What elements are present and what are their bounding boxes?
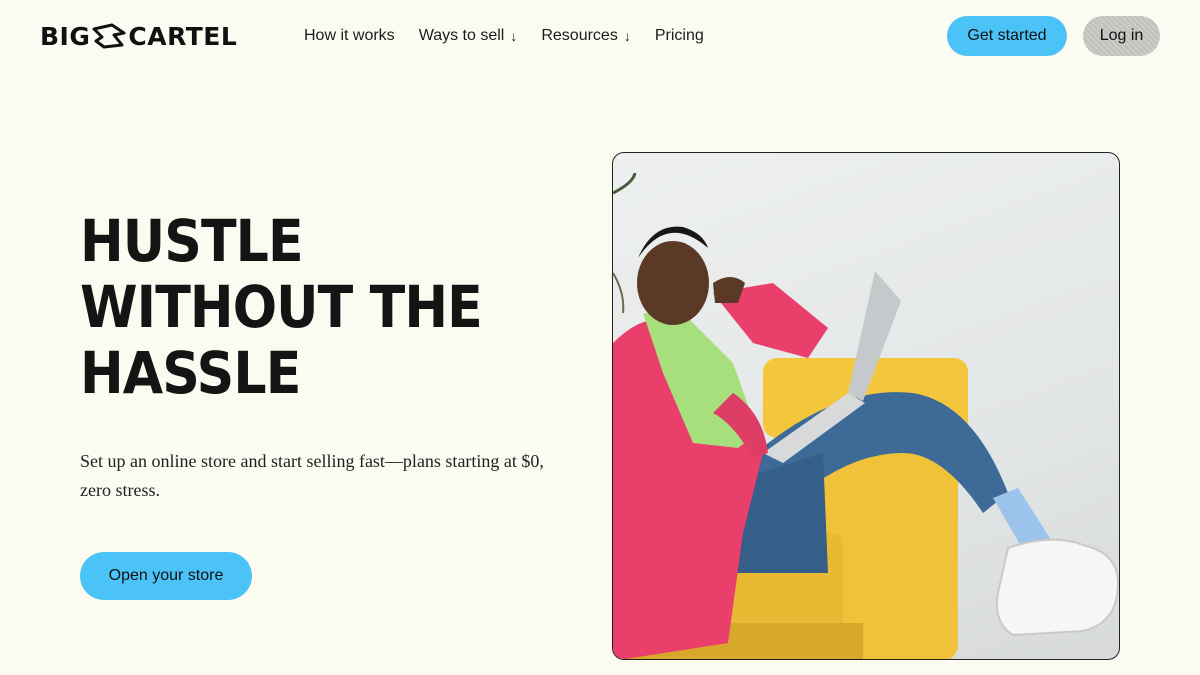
nav-label: Pricing — [654, 27, 704, 44]
arrow-down-icon: ↓ — [623, 28, 631, 44]
get-started-button[interactable]: Get started — [947, 16, 1067, 56]
logo-text-right: CARTEL — [128, 21, 238, 51]
nav-label: How it works — [304, 27, 395, 44]
nav-label: Ways to sell — [418, 27, 505, 44]
login-button[interactable]: Log in — [1083, 16, 1160, 56]
woman-on-armchair-with-laptop-illustration — [613, 172, 1119, 659]
nav-how-it-works[interactable]: How it works — [304, 27, 395, 45]
headline-line: WITHOUT THE — [80, 273, 483, 341]
logo-text-left: BIG — [40, 21, 91, 51]
arrow-down-icon: ↓ — [510, 28, 518, 44]
main-nav: How it works Ways to sell ↓ Resources ↓ … — [304, 24, 704, 48]
site-header: BIG CARTEL How it works Ways to sell ↓ R… — [0, 0, 1200, 72]
big-cartel-logo[interactable]: BIG CARTEL — [40, 21, 238, 51]
nav-ways-to-sell[interactable]: Ways to sell ↓ — [419, 27, 518, 45]
cartel-bird-icon — [92, 23, 126, 49]
hero-subtext: Set up an online store and start selling… — [80, 451, 544, 500]
hero-headline: HUSTLE WITHOUT THE HASSLE — [80, 208, 503, 406]
nav-pricing[interactable]: Pricing — [655, 27, 704, 45]
nav-resources[interactable]: Resources ↓ — [541, 27, 630, 45]
open-your-store-button[interactable]: Open your store — [80, 552, 252, 600]
nav-label: Resources — [541, 27, 618, 44]
headline-line: HASSLE — [80, 339, 301, 407]
hero-photo — [612, 152, 1120, 660]
headline-line: HUSTLE — [80, 207, 304, 275]
